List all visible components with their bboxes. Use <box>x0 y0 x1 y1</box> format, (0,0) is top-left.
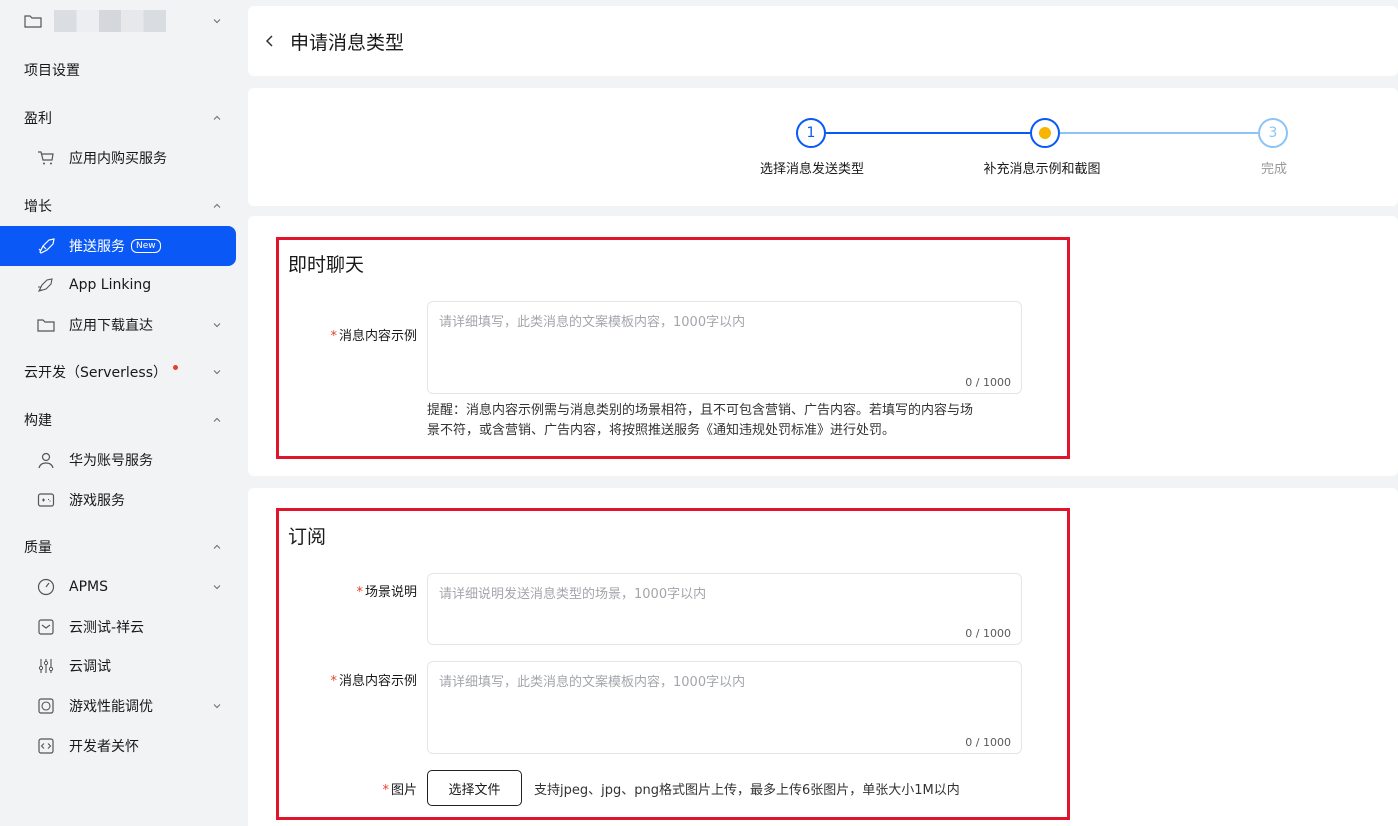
section-instant-chat: 即时聊天 * 消息内容示例 请详细填写，此类消息的文案模板内容，1000字以内 0… <box>248 216 1398 476</box>
rocket-icon <box>36 236 56 256</box>
content-example-textarea[interactable]: 请详细填写，此类消息的文案模板内容，1000字以内 0 / 1000 <box>427 301 1022 394</box>
char-count: 0 / 1000 <box>965 376 1011 389</box>
back-arrow-icon[interactable] <box>262 33 278 49</box>
content-example-textarea[interactable]: 请详细填写，此类消息的文案模板内容，1000字以内 0 / 1000 <box>427 661 1022 754</box>
image-label: * 图片 <box>382 783 417 798</box>
page-header: 申请消息类型 <box>248 6 1398 76</box>
placeholder: 请详细填写，此类消息的文案模板内容，1000字以内 <box>439 315 746 330</box>
char-count: 0 / 1000 <box>965 627 1011 640</box>
chevron-up-icon <box>213 544 221 549</box>
step-1-circle: 1 <box>796 118 826 148</box>
step-3-label: 完成 <box>1260 162 1288 177</box>
current-step-dot <box>1039 127 1051 139</box>
sidebar-group-monetize[interactable]: 盈利 <box>0 98 236 138</box>
step-connector <box>826 132 1030 134</box>
chevron-down-icon <box>213 704 221 709</box>
step-connector <box>1060 132 1258 134</box>
sidebar-item-app-linking[interactable]: App Linking <box>0 265 236 305</box>
cart-icon <box>36 148 56 168</box>
sidebar-item-account-kit[interactable]: 华为账号服务 <box>0 440 236 480</box>
sidebar: 项目设置 盈利 应用内购买服务 增长 推送服务 New App Linking … <box>0 0 248 826</box>
notification-dot <box>173 364 179 370</box>
placeholder: 请详细填写，此类消息的文案模板内容，1000字以内 <box>439 675 746 690</box>
sidebar-group-serverless[interactable]: 云开发（Serverless） <box>0 352 236 392</box>
sidebar-group-build[interactable]: 构建 <box>0 400 236 440</box>
sidebar-item-app-download[interactable]: 应用下载直达 <box>0 305 236 345</box>
sidebar-group-grow[interactable]: 增长 <box>0 186 236 226</box>
step-3-circle: 3 <box>1258 118 1288 148</box>
step-2-label: 补充消息示例和截图 <box>983 162 1101 177</box>
chevron-up-icon <box>213 417 221 422</box>
chevron-up-icon <box>213 115 221 120</box>
sidebar-item-cloud-test[interactable]: 云测试-祥云 <box>0 607 236 647</box>
gauge-icon <box>36 577 56 597</box>
code-icon <box>36 736 56 756</box>
gamepad-icon <box>36 490 56 510</box>
project-name <box>54 10 166 32</box>
section-title: 即时聊天 <box>288 254 365 276</box>
sidebar-item-apms[interactable]: APMS <box>0 567 236 607</box>
step-1-label: 选择消息发送类型 <box>759 162 865 177</box>
choose-file-button[interactable]: 选择文件 <box>427 770 522 806</box>
page-title: 申请消息类型 <box>290 31 405 54</box>
section-subscribe: 订阅 * 场景说明 请详细说明发送消息类型的场景，1000字以内 0 / 1000… <box>248 488 1398 826</box>
chevron-up-icon <box>213 203 221 208</box>
content-reminder: 提醒：消息内容示例需与消息类别的场景相符，且不可包含营销、广告内容。若填写的内容… <box>427 403 974 438</box>
char-count: 0 / 1000 <box>965 736 1011 749</box>
chevron-down-icon <box>213 585 221 590</box>
new-badge: New <box>131 239 161 253</box>
user-icon <box>36 450 56 470</box>
app-linking-icon <box>36 275 56 295</box>
scene-textarea[interactable]: 请详细说明发送消息类型的场景，1000字以内 0 / 1000 <box>427 573 1022 645</box>
placeholder: 请详细说明发送消息类型的场景，1000字以内 <box>439 587 707 602</box>
chevron-down-icon <box>213 323 221 328</box>
sidebar-item-game-perf[interactable]: 游戏性能调优 <box>0 686 236 726</box>
sidebar-item-iap[interactable]: 应用内购买服务 <box>0 138 236 178</box>
sidebar-item-game-service[interactable]: 游戏服务 <box>0 480 236 520</box>
section-title: 订阅 <box>288 526 327 548</box>
progress-steps: 1 3 选择消息发送类型 补充消息示例和截图 完成 <box>248 88 1398 206</box>
chevron-down-icon <box>213 19 221 24</box>
sidebar-item-cloud-debug[interactable]: 云调试 <box>0 646 236 686</box>
step-2-circle <box>1030 118 1060 148</box>
file-hint: 支持jpeg、jpg、png格式图片上传，最多上传6张图片，单张大小1M以内 <box>534 783 960 798</box>
folder-icon <box>36 315 56 335</box>
sidebar-item-project-settings[interactable]: 项目设置 <box>0 50 236 90</box>
cloud-test-icon <box>36 617 56 637</box>
folder-icon <box>24 15 42 28</box>
project-selector[interactable] <box>0 0 236 42</box>
content-example-label: * 消息内容示例 <box>330 674 417 689</box>
sidebar-item-push[interactable]: 推送服务 New <box>0 226 236 266</box>
performance-icon <box>36 696 56 716</box>
chevron-down-icon <box>213 370 221 375</box>
sliders-icon <box>36 656 56 676</box>
sidebar-group-quality[interactable]: 质量 <box>0 527 236 567</box>
sidebar-item-dev-care[interactable]: 开发者关怀 <box>0 726 236 766</box>
scene-label: * 场景说明 <box>356 585 417 600</box>
content-example-label: * 消息内容示例 <box>330 329 417 344</box>
